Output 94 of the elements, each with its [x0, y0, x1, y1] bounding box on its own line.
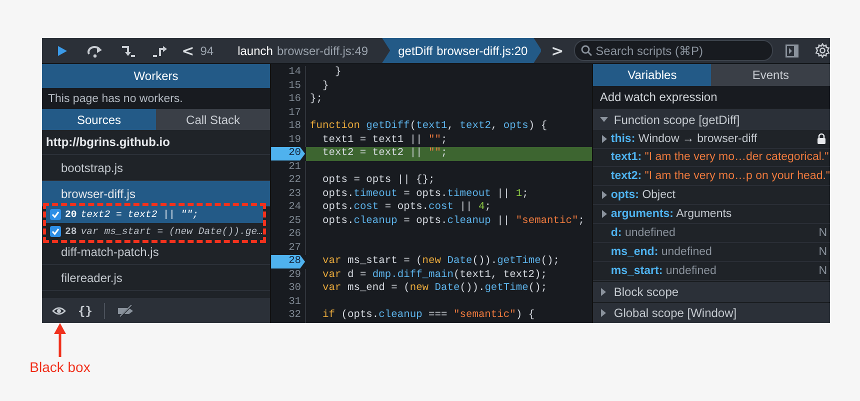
- source-file-item[interactable]: filereader.js: [42, 265, 270, 291]
- code-line: opts = opts || {};: [322, 174, 436, 188]
- variable-entry[interactable]: ms_start: undefined: [610, 264, 819, 277]
- flag-label: N: [818, 264, 828, 277]
- code-line: opts.timeout = opts.timeout || 1;: [322, 188, 530, 201]
- tab[interactable]: Events: [711, 64, 830, 86]
- scope-header[interactable]: Global scope [Window]: [592, 302, 830, 324]
- variable-entry[interactable]: d: undefined: [610, 226, 819, 239]
- line-number[interactable]: 20: [271, 147, 306, 160]
- checkbox[interactable]: [50, 209, 61, 220]
- line-number[interactable]: 16: [271, 93, 306, 106]
- line-number[interactable]: 30: [271, 282, 306, 296]
- variable-entry[interactable]: opts: Object: [610, 189, 830, 202]
- back-button[interactable]: <: [178, 42, 198, 60]
- line-number[interactable]: 32: [271, 309, 306, 322]
- pretty-print-button[interactable]: {}: [78, 304, 92, 318]
- variable-entry[interactable]: text2: "I am the very mo…p on your head.": [610, 170, 830, 182]
- variable-entry[interactable]: ms_end: undefined: [610, 246, 819, 258]
- settings-icon: [814, 43, 830, 58]
- expand-arrow-icon[interactable]: [600, 209, 608, 219]
- line-number[interactable]: 14: [271, 66, 306, 80]
- line-number[interactable]: 29: [271, 268, 306, 282]
- scope-header[interactable]: Function scope [getDiff]: [592, 108, 830, 130]
- tab[interactable]: Variables: [592, 64, 712, 86]
- search-icon: [580, 45, 592, 56]
- eye-icon: [52, 306, 66, 316]
- search-field[interactable]: Search scripts (⌘P): [574, 40, 773, 61]
- section-header: Workers: [42, 64, 270, 88]
- scope-header[interactable]: Block scope: [592, 280, 830, 302]
- code-editor[interactable]: [271, 64, 592, 323]
- flag-label: N: [818, 246, 828, 258]
- scope-title: Global scope [Window]: [614, 306, 737, 320]
- scope-title: Block scope: [614, 284, 679, 299]
- breakpoint-item[interactable]: 20 text2 = text2 || "";: [46, 206, 264, 223]
- scope-title: Function scope [getDiff]: [614, 112, 740, 126]
- tab[interactable]: Sources: [42, 109, 156, 130]
- code-line: var d = dmp.diff_main(text1, text2);: [322, 268, 548, 282]
- code-line: var ms_start = (new Date()).getTime();: [322, 255, 561, 268]
- line-number[interactable]: 22: [271, 174, 306, 188]
- code-line: }: [334, 66, 342, 80]
- lock-icon: [817, 133, 826, 144]
- watch-expression-field[interactable]: Add watch expression: [592, 86, 830, 108]
- watch-expression-input[interactable]: Add watch expression: [600, 90, 800, 104]
- line-number: 28: [65, 226, 77, 237]
- toggle-pane-button[interactable]: [784, 44, 799, 58]
- variable-entry[interactable]: arguments: Arguments: [610, 208, 830, 220]
- forward-button[interactable]: >: [547, 42, 568, 60]
- code-line: opts.cleanup = opts.cleanup || "semantic";: [322, 214, 586, 228]
- line-number: 20: [65, 209, 77, 220]
- code-line: text1 = text1 || "";: [322, 134, 448, 147]
- line-number[interactable]: 23: [271, 188, 306, 201]
- expand-arrow-icon[interactable]: [600, 134, 608, 144]
- line-number[interactable]: 21: [271, 160, 306, 174]
- source-file-item[interactable]: diff-match-patch.js: [42, 239, 270, 265]
- line-number[interactable]: 24: [271, 201, 306, 214]
- line-number[interactable]: 26: [271, 228, 306, 242]
- panel-toggle-icon: [784, 44, 799, 58]
- collapse-arrow-icon: [598, 114, 609, 124]
- code-snippet: var ms_start = (new Date()).ge…: [80, 226, 264, 237]
- step-over-icon: [87, 44, 104, 58]
- breakpoint-slash-icon: [117, 304, 136, 316]
- code-line: function getDiff(text1, text2, opts) {: [309, 120, 548, 134]
- breadcrumb[interactable]: 94: [198, 38, 228, 63]
- source-origin: http://bgrins.github.io: [42, 130, 270, 155]
- annotation-arrow: [54, 323, 66, 357]
- line-number[interactable]: 18: [271, 120, 306, 134]
- code-line: var ms_end = (new Date()).getTime();: [322, 282, 548, 296]
- tab[interactable]: Call Stack: [156, 109, 270, 130]
- code-line: };: [309, 93, 324, 106]
- line-number[interactable]: 25: [271, 214, 306, 228]
- breakpoint-item[interactable]: 28 var ms_start = (new Date()).ge…: [46, 223, 264, 240]
- variable-entry[interactable]: this: Window → browser-diff: [610, 132, 817, 145]
- settings-button[interactable]: [814, 43, 830, 58]
- line-number[interactable]: 28: [271, 255, 306, 268]
- toggle-breakpoints-button[interactable]: [117, 304, 136, 316]
- code-line: }: [322, 80, 330, 93]
- search-input[interactable]: Search scripts (⌘P): [596, 44, 766, 58]
- code-line: if (opts.cleanup === "semantic") {: [322, 309, 536, 322]
- annotation-label: Black box: [30, 359, 90, 375]
- code-snippet: text2 = text2 || "";: [80, 209, 198, 220]
- flag-label: N: [818, 226, 828, 239]
- line-number[interactable]: 31: [271, 296, 306, 309]
- line-number[interactable]: 15: [271, 80, 306, 93]
- line-number[interactable]: 17: [271, 106, 306, 120]
- step-out-icon: [152, 44, 168, 58]
- checkbox[interactable]: [50, 226, 61, 237]
- breadcrumb[interactable]: getDiff browser-diff.js:20: [382, 38, 542, 63]
- expand-arrow-icon[interactable]: [600, 190, 608, 200]
- variable-entry[interactable]: text1: "I am the very mo…der categorical.": [610, 151, 830, 164]
- eye-button[interactable]: [52, 306, 66, 316]
- empty-message: This page has no workers.: [42, 88, 270, 109]
- breadcrumb[interactable]: launch browser-diff.js:49: [228, 38, 382, 63]
- code-line: opts.cost = opts.cost || 4;: [322, 201, 492, 214]
- step-in-icon: [120, 44, 136, 58]
